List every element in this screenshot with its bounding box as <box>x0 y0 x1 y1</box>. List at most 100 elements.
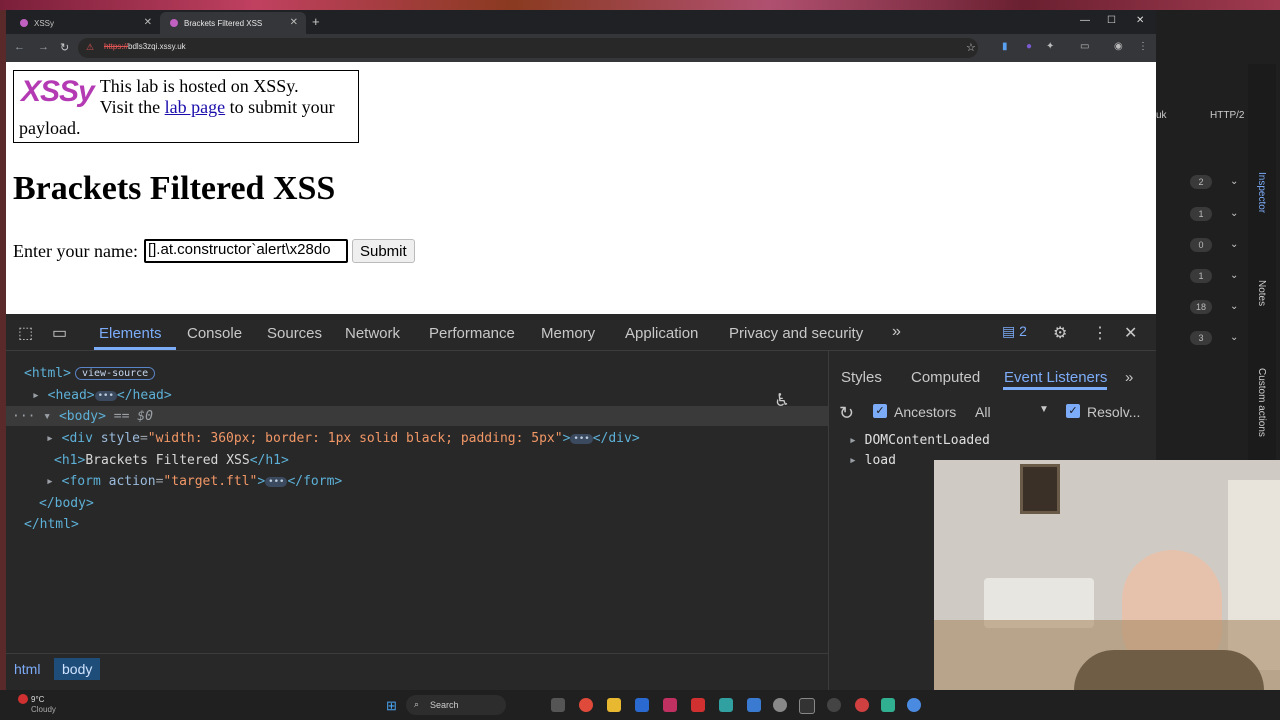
chrome-icon[interactable] <box>579 698 593 712</box>
extensions-puzzle-icon[interactable]: ✦ <box>1046 41 1054 52</box>
app-icon[interactable] <box>663 698 677 712</box>
chevron-down-icon[interactable]: ⌄ <box>1230 301 1238 312</box>
bookmark-star-icon[interactable]: ☆ <box>966 41 976 54</box>
extension-icon[interactable]: ▮ <box>1002 41 1008 52</box>
dom-node-html[interactable]: <html> view-source <box>24 366 156 381</box>
submit-button[interactable]: Submit <box>351 239 415 263</box>
event-domcontentloaded[interactable]: ▸ DOMContentLoaded <box>849 433 990 448</box>
tab-brackets-filtered-xss[interactable]: Brackets Filtered XSS ✕ <box>160 12 306 34</box>
weather-alert-icon[interactable] <box>18 694 28 704</box>
chevron-down-icon[interactable]: ⌄ <box>1230 270 1238 281</box>
close-devtools-icon[interactable]: ✕ <box>1124 323 1137 343</box>
close-tab-icon[interactable]: ✕ <box>290 17 298 28</box>
devtools-menu-icon[interactable]: ⋮ <box>1092 323 1108 343</box>
more-tabs-chevron-icon[interactable]: » <box>892 323 901 341</box>
view-source-badge[interactable]: view-source <box>74 367 156 380</box>
active-tab-indicator <box>94 347 176 350</box>
profile-icon[interactable]: ◉ <box>1114 41 1123 52</box>
tab-memory[interactable]: Memory <box>541 325 595 342</box>
dom-node-div[interactable]: ▸ <div style="width: 360px; border: 1px … <box>46 431 640 446</box>
dom-node-head[interactable]: ▸ <head> ••• </head> <box>32 388 172 403</box>
issues-badge[interactable]: ▤ 2 <box>1002 323 1027 340</box>
close-window-icon[interactable]: ✕ <box>1136 15 1144 26</box>
tab-custom-actions[interactable]: Custom actions <box>1256 368 1267 437</box>
expand-arrow-icon[interactable]: ▸ <box>32 388 48 403</box>
menu-icon[interactable]: ⋮ <box>1138 41 1148 52</box>
store-icon[interactable] <box>635 698 649 712</box>
chevron-down-icon[interactable]: ⌄ <box>1230 239 1238 250</box>
app-icon[interactable] <box>855 698 869 712</box>
ancestors-checkbox[interactable]: ✓ <box>873 404 887 418</box>
count-badge: 1 <box>1190 269 1212 283</box>
app-icon[interactable] <box>691 698 705 712</box>
tab-styles[interactable]: Styles <box>841 369 882 386</box>
tab-console[interactable]: Console <box>187 325 242 342</box>
chevron-down-icon[interactable]: ⌄ <box>1230 332 1238 343</box>
device-toolbar-icon[interactable]: ▭ <box>52 323 67 343</box>
tab-performance[interactable]: Performance <box>429 325 515 342</box>
sidebar-icon[interactable]: ▭ <box>1080 41 1089 52</box>
tab-sources[interactable]: Sources <box>267 325 322 342</box>
count-badge: 18 <box>1190 300 1212 314</box>
dom-node-body[interactable]: ··· ▾ <body> == $0 <box>12 409 153 424</box>
chrome-icon[interactable] <box>907 698 921 712</box>
floor <box>934 620 1280 690</box>
tab-elements[interactable]: Elements <box>99 325 162 342</box>
ellipsis-icon: ••• <box>570 434 593 444</box>
tab-computed[interactable]: Computed <box>911 369 980 386</box>
tab-privacy-and-security[interactable]: Privacy and security <box>729 325 863 342</box>
tab-notes[interactable]: Notes <box>1256 280 1267 306</box>
breadcrumb-html[interactable]: html <box>6 658 48 680</box>
event-load[interactable]: ▸ load <box>849 453 896 468</box>
inspect-element-icon[interactable]: ⬚ <box>18 323 33 343</box>
dom-node-body-close[interactable]: </body> <box>39 496 94 511</box>
chevron-down-icon[interactable]: ⌄ <box>1230 208 1238 219</box>
back-icon[interactable]: ← <box>14 41 25 53</box>
app-icon[interactable] <box>881 698 895 712</box>
dom-node-form[interactable]: ▸ <form action="target.ftl"> ••• </form> <box>46 474 342 489</box>
tab-application[interactable]: Application <box>625 325 698 342</box>
settings-gear-icon[interactable]: ⚙ <box>1053 323 1067 343</box>
task-view-icon[interactable] <box>551 698 565 712</box>
ellipsis-icon: ••• <box>94 391 117 401</box>
ancestors-label: Ancestors <box>894 404 957 420</box>
not-secure-icon[interactable]: ⚠ <box>86 42 94 53</box>
dom-node-html-close[interactable]: </html> <box>24 517 79 532</box>
weather-desc: Cloudy <box>31 705 56 714</box>
accessibility-icon[interactable]: ♿ <box>776 387 788 411</box>
file-explorer-icon[interactable] <box>607 698 621 712</box>
filter-select[interactable]: All <box>975 404 991 420</box>
dom-node-h1[interactable]: <h1>Brackets Filtered XSS</h1> <box>54 453 289 468</box>
reload-icon[interactable]: ↻ <box>60 41 69 54</box>
forward-icon[interactable]: → <box>38 41 49 53</box>
tab-xssy[interactable]: XSSy ✕ <box>10 12 160 34</box>
address-bar[interactable]: ⚠ https://bdls3zqi.xssy.uk ☆ <box>78 38 978 58</box>
tab-network[interactable]: Network <box>345 325 400 342</box>
tab-inspector[interactable]: Inspector <box>1256 172 1267 213</box>
terminal-icon[interactable] <box>799 698 815 714</box>
vscode-icon[interactable] <box>747 698 761 712</box>
tab-bar: XSSy ✕ Brackets Filtered XSS ✕ + — ☐ ✕ <box>6 10 1156 34</box>
name-input[interactable]: [].at.constructor`alert\x28do <box>143 239 348 263</box>
new-tab-button[interactable]: + <box>312 14 320 29</box>
extension-icon[interactable]: ● <box>1026 41 1032 52</box>
expand-arrow-icon[interactable]: ▸ <box>46 474 62 489</box>
calculator-icon[interactable] <box>719 698 733 712</box>
resolve-checkbox[interactable]: ✓ <box>1066 404 1080 418</box>
minimize-icon[interactable]: — <box>1080 15 1090 26</box>
start-windows-icon[interactable]: ⊞ <box>386 698 397 714</box>
lab-page-link[interactable]: lab page <box>165 97 225 117</box>
close-tab-icon[interactable]: ✕ <box>144 17 152 28</box>
more-tabs-chevron-icon[interactable]: » <box>1125 369 1133 386</box>
refresh-icon[interactable]: ↻ <box>839 403 854 424</box>
settings-gear-icon[interactable] <box>773 698 787 712</box>
tab-event-listeners[interactable]: Event Listeners <box>1004 369 1107 386</box>
maximize-icon[interactable]: ☐ <box>1107 15 1116 26</box>
chevron-down-icon[interactable]: ▼ <box>1039 404 1049 415</box>
expand-arrow-icon[interactable]: ▸ <box>46 431 62 446</box>
label-http2: HTTP/2 <box>1210 110 1245 121</box>
chevron-down-icon[interactable]: ⌄ <box>1230 176 1238 187</box>
taskbar-search[interactable]: ⌕ Search <box>406 695 506 715</box>
obs-icon[interactable] <box>827 698 841 712</box>
breadcrumb-body[interactable]: body <box>54 658 101 680</box>
